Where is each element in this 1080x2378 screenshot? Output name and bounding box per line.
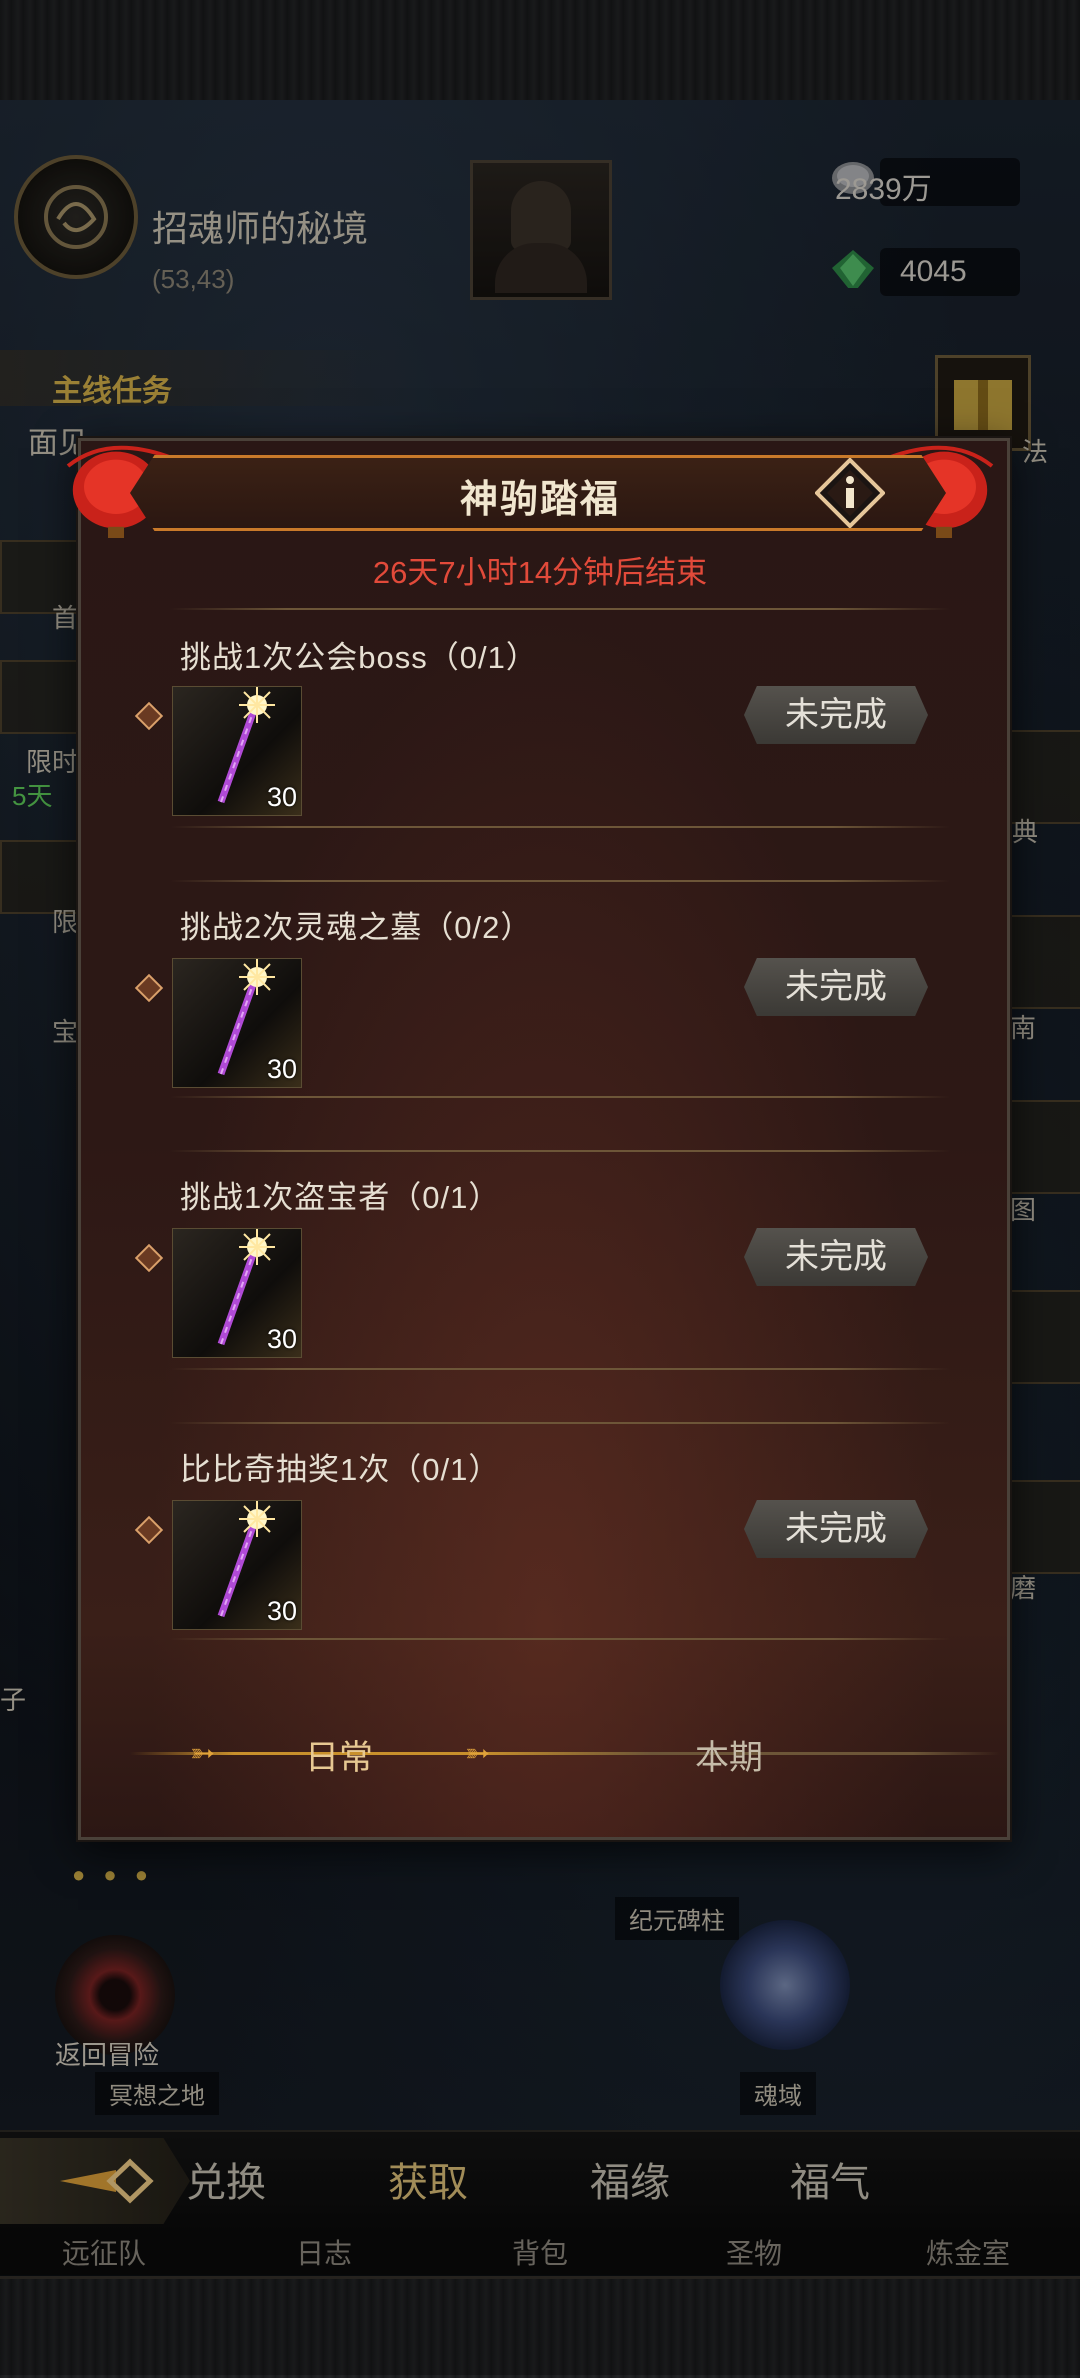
task-title-1: 挑战1次公会boss（0/1） [180, 640, 538, 675]
tab-daily[interactable]: 日常 [305, 1730, 373, 1779]
task-divider [170, 1368, 950, 1370]
reward-item-1[interactable]: 30 [172, 686, 302, 816]
reward-item-3[interactable]: 30 [172, 1228, 302, 1358]
task-divider [170, 826, 950, 828]
footer-tab-rail [130, 1752, 1000, 1755]
task-divider [170, 608, 950, 610]
status-button-2[interactable]: 未完成 [744, 958, 928, 1016]
reward-qty-2: 30 [266, 1054, 297, 1084]
arrow-left-ornament-icon: ➳ [190, 1737, 216, 1770]
status-button-4[interactable]: 未完成 [744, 1500, 928, 1558]
arrow-right-ornament-icon: ➳ [465, 1737, 491, 1770]
task-title-3: 挑战1次盗宝者（0/1） [180, 1180, 501, 1215]
task-divider [170, 880, 950, 882]
info-icon[interactable] [815, 458, 885, 528]
reward-qty-4: 30 [266, 1596, 297, 1626]
status-button-3[interactable]: 未完成 [744, 1228, 928, 1286]
tab-period[interactable]: 本期 [695, 1730, 763, 1779]
status-button-1[interactable]: 未完成 [744, 686, 928, 744]
task-divider [170, 1638, 950, 1640]
event-countdown: 26天7小时14分钟后结束 [372, 555, 708, 590]
task-divider [170, 1096, 950, 1098]
reward-qty-1: 30 [266, 782, 297, 812]
reward-item-2[interactable]: 30 [172, 958, 302, 1088]
task-divider [170, 1422, 950, 1424]
task-divider [170, 1150, 950, 1152]
task-title-2: 挑战2次灵魂之墓（0/2） [180, 910, 533, 945]
reward-item-4[interactable]: 30 [172, 1500, 302, 1630]
reward-qty-3: 30 [266, 1324, 297, 1354]
task-title-4: 比比奇抽奖1次（0/1） [180, 1452, 501, 1487]
